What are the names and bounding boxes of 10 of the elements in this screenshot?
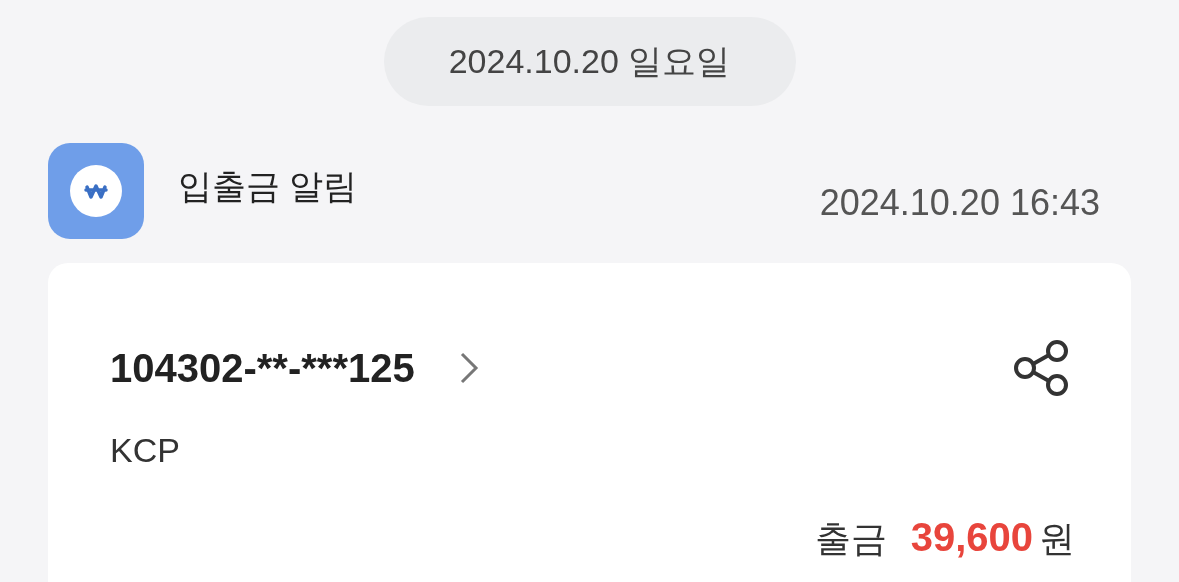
sender-name: 입출금 알림 — [178, 166, 358, 207]
app-icon — [48, 143, 144, 239]
counterparty: KCP — [110, 433, 181, 467]
chevron-right-icon[interactable] — [458, 351, 479, 385]
amount: 39,600 — [910, 514, 1033, 561]
share-icon[interactable] — [1013, 339, 1071, 397]
currency: 원 — [1039, 517, 1075, 561]
account-number[interactable]: 104302-**-***125 — [110, 348, 415, 388]
transaction-type: 출금 — [814, 517, 887, 561]
message-time: 2024.10.20 16:43 — [819, 181, 1100, 225]
